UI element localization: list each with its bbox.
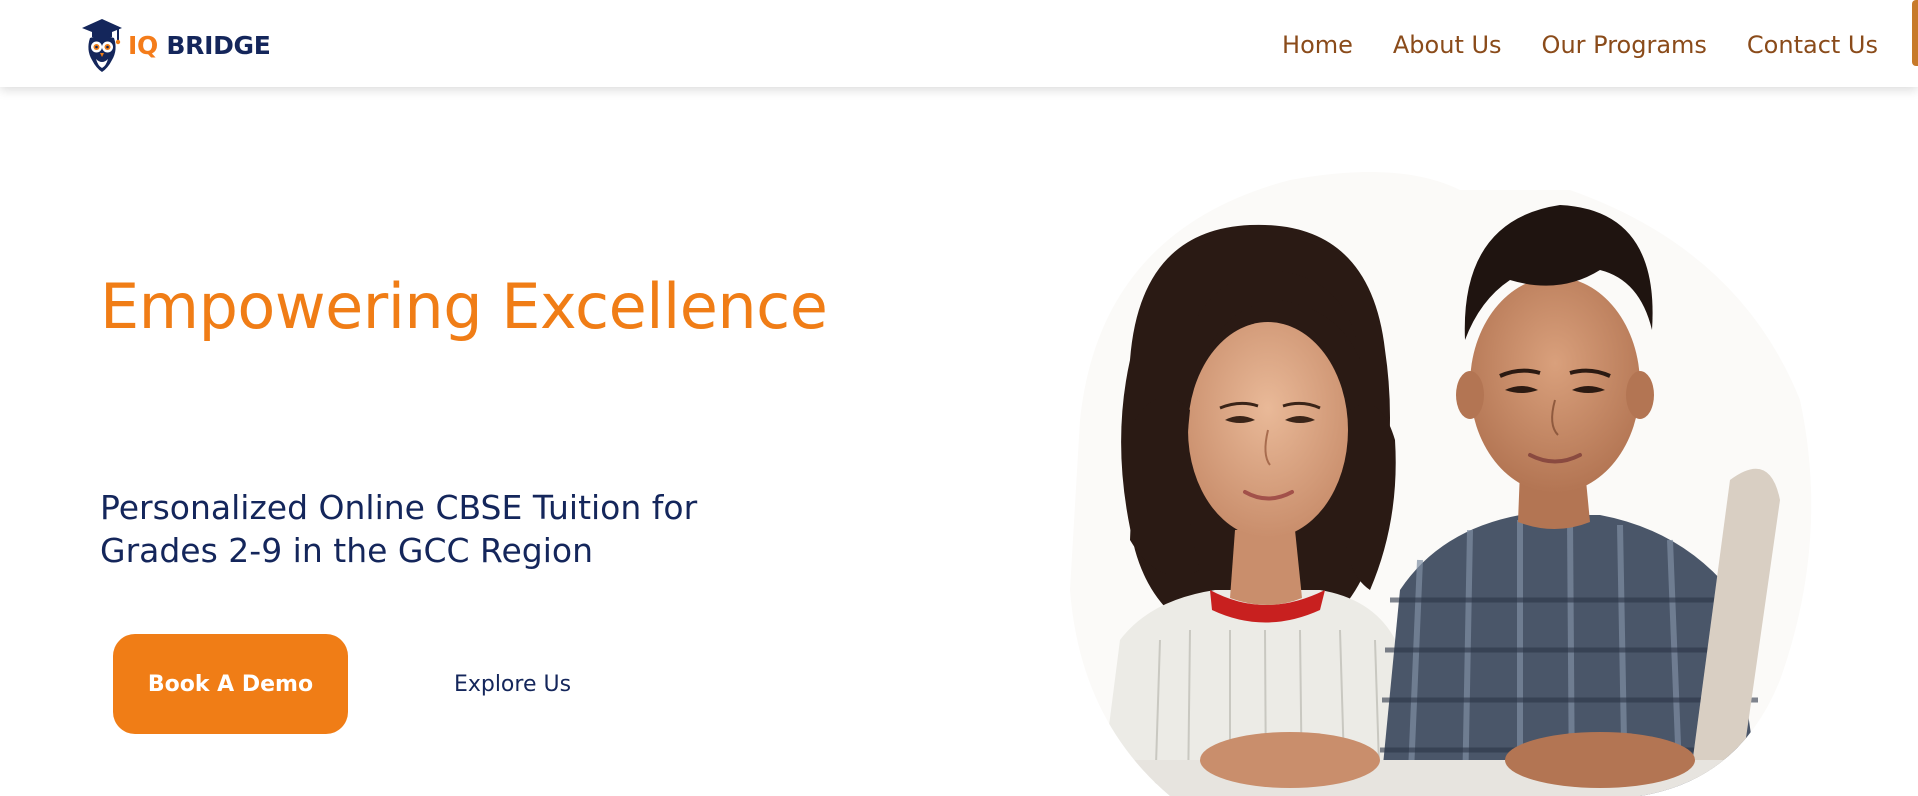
hero-subtitle: Personalized Online CBSE Tuition for Gra… (100, 488, 698, 570)
nav-home[interactable]: Home (1282, 27, 1353, 63)
main-nav: Home About Us Our Programs Contact Us (1282, 27, 1878, 63)
brand-name-bridge: BRIDGE (166, 30, 271, 60)
brand-logo[interactable]: IQ BRIDGE (78, 16, 271, 74)
hero-photo (1040, 120, 1840, 796)
brand-name-iq: IQ (128, 30, 158, 60)
brand-name: IQ BRIDGE (128, 33, 271, 58)
page: IQ BRIDGE Home About Us Our Programs Con… (0, 0, 1918, 796)
book-demo-button[interactable]: Book A Demo (113, 634, 348, 734)
two-children-studying-at-laptop-photo (1040, 120, 1840, 796)
explore-us-link[interactable]: Explore Us (430, 654, 595, 714)
nav-about-us[interactable]: About Us (1393, 27, 1502, 63)
hero-headline: Empowering Excellence (100, 270, 828, 343)
site-header: IQ BRIDGE Home About Us Our Programs Con… (0, 0, 1918, 87)
nav-contact-us[interactable]: Contact Us (1747, 27, 1878, 63)
owl-graduation-cap-icon (78, 16, 126, 74)
edge-tab (1912, 0, 1918, 66)
nav-our-programs[interactable]: Our Programs (1542, 27, 1707, 63)
